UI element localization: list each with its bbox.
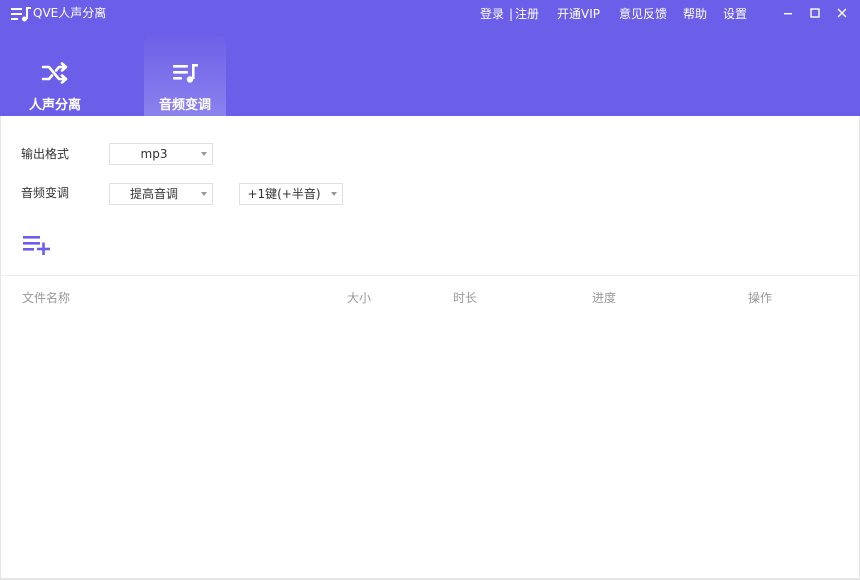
pitch-amount-value: +1键(+半音) — [247, 187, 321, 201]
tab-label: 音频变调 — [158, 98, 211, 113]
pitch-amount-select[interactable]: +1键(+半音) — [239, 183, 343, 205]
maximize-button[interactable] — [806, 4, 824, 22]
chevron-down-icon — [331, 192, 337, 196]
column-header-filename: 文件名称 — [22, 291, 71, 305]
help-link[interactable]: 帮助 — [683, 6, 707, 22]
app-title: QVE人声分离 — [33, 6, 107, 20]
column-header-size: 大小 — [347, 291, 372, 305]
register-link[interactable]: 注册 — [515, 6, 539, 22]
column-header-progress: 进度 — [592, 291, 617, 305]
minimize-button[interactable] — [779, 4, 797, 22]
settings-link[interactable]: 设置 — [723, 6, 747, 22]
output-format-select[interactable]: mp3 — [109, 143, 213, 165]
add-files-button[interactable] — [22, 233, 52, 256]
divider — [0, 275, 860, 276]
column-header-actions: 操作 — [748, 291, 773, 305]
output-format-value: mp3 — [140, 147, 168, 161]
file-list[interactable] — [0, 310, 860, 578]
close-icon — [837, 8, 847, 18]
add-list-icon — [23, 236, 50, 256]
pitch-shift-label: 音频变调 — [21, 186, 70, 200]
header-bar: QVE人声分离 登录 | 注册 开通VIP 意见反馈 帮助 设置 人声分离 音频… — [0, 0, 860, 116]
maximize-icon — [810, 8, 820, 18]
output-format-label: 输出格式 — [21, 147, 70, 161]
feedback-link[interactable]: 意见反馈 — [619, 6, 667, 22]
tab-pitch-shift[interactable]: 音频变调 — [144, 36, 226, 116]
pitch-mode-value: 提高音调 — [129, 187, 178, 201]
column-header-duration: 时长 — [453, 291, 478, 305]
chevron-down-icon — [201, 192, 207, 196]
pitch-mode-select[interactable]: 提高音调 — [109, 183, 213, 205]
link-separator: | — [509, 7, 514, 21]
login-link[interactable]: 登录 — [480, 6, 504, 22]
minimize-icon — [784, 13, 792, 15]
tab-label: 人声分离 — [28, 98, 81, 113]
app-logo-icon — [11, 7, 31, 22]
music-list-icon — [173, 64, 198, 83]
open-vip-link[interactable]: 开通VIP — [557, 6, 600, 22]
shuffle-icon — [41, 62, 68, 84]
close-button[interactable] — [833, 4, 851, 22]
chevron-down-icon — [201, 152, 207, 156]
tab-vocal-separation[interactable]: 人声分离 — [14, 36, 96, 116]
